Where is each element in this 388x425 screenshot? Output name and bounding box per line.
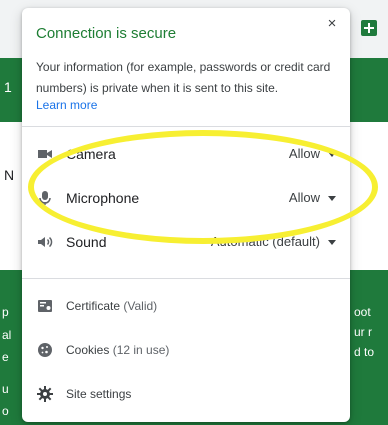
camera-icon: [36, 145, 54, 163]
certificate-icon: [36, 297, 54, 315]
bg-fragment: ur r: [354, 325, 372, 339]
permission-label: Camera: [66, 146, 116, 162]
site-settings-row[interactable]: Site settings: [22, 374, 350, 414]
microphone-permission-select[interactable]: Allow: [281, 185, 342, 211]
speaker-icon: [36, 233, 54, 251]
permission-row-sound: Sound Automatic (default): [22, 222, 350, 262]
certificate-label: Certificate (Valid): [66, 299, 157, 313]
permission-label: Sound: [66, 234, 107, 250]
bg-fragment: d to: [354, 345, 375, 359]
chevron-down-icon: [328, 240, 336, 245]
bg-fragment: u: [2, 382, 9, 396]
close-button[interactable]: ×: [322, 14, 342, 34]
site-settings-label: Site settings: [66, 387, 132, 401]
security-description: Your information (for example, passwords…: [36, 60, 331, 95]
cookie-icon: [36, 341, 54, 359]
bg-fragment: al: [2, 328, 12, 342]
camera-permission-select[interactable]: Allow: [281, 141, 342, 167]
permission-row-camera: Camera Allow: [22, 134, 350, 174]
permission-row-microphone: Microphone Allow: [22, 178, 350, 218]
certificate-row[interactable]: Certificate (Valid): [22, 286, 350, 326]
site-info-popup: × Connection is secure Your information …: [22, 8, 350, 422]
bg-fragment: oot: [354, 305, 371, 319]
cookies-text: Cookies: [66, 343, 110, 357]
chevron-down-icon: [328, 152, 336, 157]
chevron-down-icon: [328, 196, 336, 201]
cookies-label: Cookies (12 in use): [66, 343, 169, 357]
divider: [22, 278, 350, 279]
popup-title: Connection is secure: [36, 25, 177, 42]
sound-permission-select[interactable]: Automatic (default): [203, 229, 342, 255]
cookies-row[interactable]: Cookies (12 in use): [22, 330, 350, 370]
bg-fragment: e: [2, 350, 9, 364]
bg-fragment: p: [2, 305, 9, 319]
select-value: Allow: [288, 146, 320, 161]
permission-label: Microphone: [66, 190, 140, 206]
divider: [22, 126, 350, 127]
select-value: Automatic (default): [210, 234, 320, 249]
certificate-status: (Valid): [123, 299, 158, 313]
gear-icon: [36, 385, 54, 403]
microphone-icon: [36, 189, 54, 207]
select-value: Allow: [288, 190, 320, 205]
cookies-count: (12 in use): [112, 343, 170, 357]
bg-fragment: o: [2, 404, 9, 418]
learn-more-link[interactable]: Learn more: [36, 98, 97, 112]
certificate-text: Certificate: [66, 299, 121, 313]
bg-fragment: Ν: [4, 167, 15, 183]
new-tab-icon[interactable]: [361, 20, 377, 36]
bg-fragment: 1: [4, 79, 12, 95]
